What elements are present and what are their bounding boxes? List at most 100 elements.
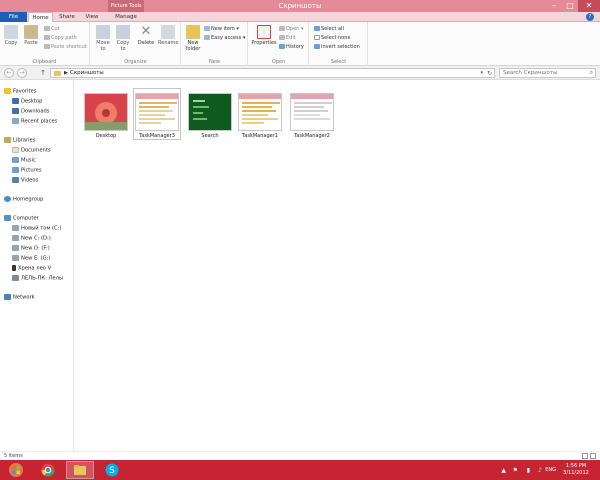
- network-drive-icon: [12, 275, 19, 281]
- maximize-button[interactable]: □: [562, 0, 578, 12]
- invert-selection-button[interactable]: Invert selection: [314, 44, 360, 50]
- chevron-down-icon[interactable]: ▾: [480, 69, 483, 78]
- search-input[interactable]: [503, 69, 583, 77]
- select-none-button[interactable]: Select none: [314, 35, 351, 41]
- libraries-icon: [4, 137, 11, 143]
- copy-to-button[interactable]: Copy to: [114, 25, 132, 52]
- easy-access-icon: [204, 35, 210, 40]
- history-button[interactable]: History: [279, 44, 304, 50]
- new-folder-button[interactable]: New folder: [184, 25, 202, 52]
- sidebar-item-drive-g[interactable]: New E: (G:): [12, 255, 50, 262]
- sidebar-item-music[interactable]: Music: [12, 157, 36, 164]
- taskbar-chrome[interactable]: [34, 461, 62, 479]
- volume-icon[interactable]: ♪: [538, 467, 542, 474]
- search-box[interactable]: ⌕: [499, 68, 596, 78]
- tab-file[interactable]: File: [0, 12, 27, 22]
- clock[interactable]: 1:56 PM 3/11/2012: [560, 463, 592, 477]
- taskbar-skype[interactable]: S: [98, 461, 126, 479]
- tab-manage[interactable]: Manage: [108, 12, 144, 22]
- sidebar-item-pictures[interactable]: Pictures: [12, 167, 42, 174]
- help-icon[interactable]: ?: [586, 13, 594, 21]
- taskbar-explorer[interactable]: [66, 461, 94, 479]
- network-tray-icon[interactable]: ▮: [527, 467, 530, 474]
- clock-date: 3/11/2012: [563, 470, 589, 476]
- language-indicator[interactable]: ENG: [545, 467, 556, 473]
- copy-path-button[interactable]: Copy path: [44, 35, 77, 41]
- navigation-pane: Favorites Desktop Downloads Recent place…: [0, 81, 74, 451]
- copy-icon: [4, 25, 18, 39]
- new-item-button[interactable]: New item ▾: [204, 26, 239, 32]
- properties-button[interactable]: Properties: [251, 25, 277, 46]
- details-view-icon[interactable]: [582, 453, 588, 459]
- breadcrumb[interactable]: Скриншоты: [70, 69, 104, 78]
- invert-selection-icon: [314, 44, 320, 49]
- select-group: Select all Select none Invert selection …: [310, 22, 368, 66]
- tray-arrow-icon[interactable]: ▲: [501, 467, 506, 474]
- sidebar-item-documents[interactable]: Documents: [12, 147, 51, 154]
- back-button[interactable]: ←: [4, 68, 14, 78]
- sidebar-item-downloads[interactable]: Downloads: [12, 108, 50, 115]
- sidebar-item-computer[interactable]: Computer: [4, 215, 39, 222]
- file-item[interactable]: TaskManager1: [237, 93, 283, 139]
- move-to-button[interactable]: Move to: [94, 25, 112, 52]
- file-item[interactable]: Search: [187, 93, 233, 139]
- sidebar-item-recent-places[interactable]: Recent places: [12, 118, 57, 125]
- tab-view[interactable]: View: [80, 12, 104, 22]
- sidebar-item-homegroup[interactable]: Homegroup: [4, 196, 43, 203]
- easy-access-button[interactable]: Easy access ▾: [204, 35, 245, 41]
- homegroup-icon: [4, 196, 11, 202]
- sidebar-item-drive-d[interactable]: New C: (D:): [12, 235, 51, 242]
- ribbon: Copy Paste Cut Copy path Paste shortcut …: [0, 22, 600, 66]
- address-bar[interactable]: ▶ Скриншоты ▾ ↻: [50, 68, 495, 78]
- open-group: Properties Open ▾ Edit History Open: [249, 22, 309, 66]
- sidebar-item-network[interactable]: Network: [4, 294, 35, 301]
- organize-group: Move to Copy to ✕ Delete Rename Organize: [91, 22, 181, 66]
- edit-button[interactable]: Edit: [279, 35, 296, 41]
- file-list: Desktop TaskManager3 Search TaskManager1…: [75, 81, 600, 451]
- sidebar-item-videos[interactable]: Videos: [12, 177, 38, 184]
- select-all-button[interactable]: Select all: [314, 26, 344, 32]
- organize-group-label: Organize: [124, 59, 147, 65]
- large-icons-view-icon[interactable]: [590, 453, 596, 459]
- drive-icon: [12, 255, 19, 261]
- start-button[interactable]: [2, 461, 30, 479]
- delete-button[interactable]: ✕ Delete: [136, 25, 156, 47]
- thumbnail: [238, 93, 282, 131]
- history-icon: [279, 44, 285, 49]
- open-button[interactable]: Open ▾: [279, 26, 303, 32]
- paste-button[interactable]: Paste: [22, 25, 40, 46]
- refresh-icon[interactable]: ↻: [487, 69, 492, 78]
- videos-icon: [12, 177, 19, 183]
- sidebar-item-favorites[interactable]: Favorites: [4, 88, 36, 95]
- rename-button[interactable]: Rename: [158, 25, 179, 46]
- edit-icon: [279, 35, 285, 40]
- tab-share[interactable]: Share: [55, 12, 79, 22]
- cut-button[interactable]: Cut: [44, 26, 60, 32]
- breadcrumb-chevron-icon[interactable]: ▶: [64, 69, 68, 78]
- copy-to-icon: [116, 25, 130, 39]
- paste-shortcut-button[interactable]: Paste shortcut: [44, 44, 87, 50]
- select-all-icon: [314, 26, 320, 31]
- sidebar-item-desktop[interactable]: Desktop: [12, 98, 42, 105]
- file-item[interactable]: TaskManager2: [289, 93, 335, 139]
- minimize-button[interactable]: –: [546, 0, 562, 12]
- thumbnail: [188, 93, 232, 131]
- status-bar: 5 items: [0, 451, 600, 460]
- forward-button[interactable]: →: [17, 68, 27, 78]
- new-folder-icon: [186, 25, 200, 39]
- search-icon[interactable]: ⌕: [590, 69, 593, 77]
- up-icon[interactable]: ↑: [38, 68, 48, 78]
- sidebar-item-drive-c[interactable]: Новый том (C:): [12, 225, 61, 232]
- file-item[interactable]: Desktop: [83, 93, 129, 139]
- select-group-label: Select: [330, 59, 347, 65]
- file-item[interactable]: TaskManager3: [133, 88, 181, 140]
- copy-button[interactable]: Copy: [3, 25, 19, 46]
- sidebar-item-phone[interactable]: Хрена лео V: [12, 265, 51, 272]
- sidebar-item-drive-f[interactable]: New D: (F:): [12, 245, 50, 252]
- taskbar: S ▲ ⚑ ▮ ♪ ENG 1:56 PM 3/11/2012: [0, 460, 600, 480]
- sidebar-item-libraries[interactable]: Libraries: [4, 137, 35, 144]
- close-button[interactable]: ✕: [578, 0, 600, 12]
- clipboard-group: Copy Paste Cut Copy path Paste shortcut …: [0, 22, 90, 66]
- flag-icon[interactable]: ⚑: [513, 467, 518, 474]
- sidebar-item-network-pc[interactable]: ЛЕЛЬ-ПК: Лелы: [12, 275, 63, 282]
